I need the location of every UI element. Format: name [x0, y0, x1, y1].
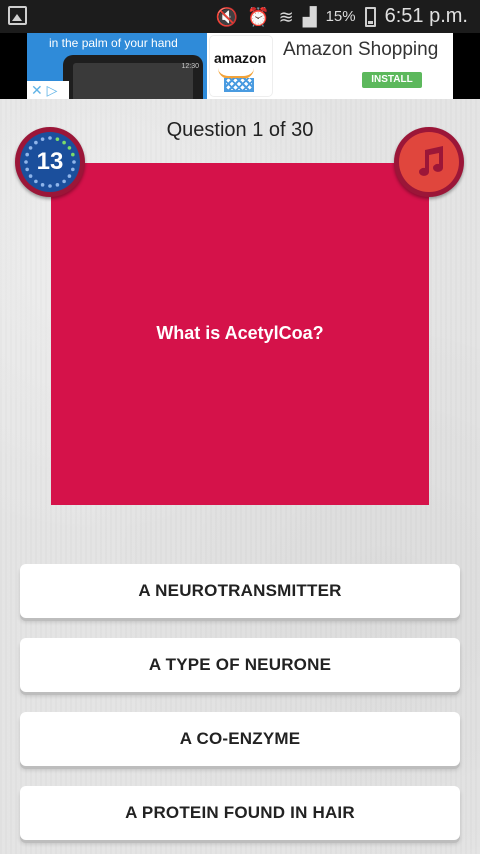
timer-face: 13: [20, 132, 80, 192]
amazon-logo-text: amazon: [214, 50, 267, 66]
signal-icon: ▟: [302, 6, 317, 27]
timer-dot: [55, 137, 60, 141]
answer-option-1[interactable]: A NEUROTRANSMITTER: [20, 564, 460, 618]
alarm-icon: ⏰: [247, 6, 270, 27]
ad-phone-caption: in the palm of your hand: [49, 36, 178, 50]
music-button-face[interactable]: [399, 132, 459, 192]
ad-content[interactable]: in the palm of your hand 12:30 ✕ ▷ amazo…: [27, 33, 453, 99]
question-text: What is AcetylCoa?: [156, 323, 324, 343]
timer-dot: [48, 184, 52, 188]
music-note-icon: [419, 146, 443, 176]
install-button[interactable]: INSTALL: [362, 72, 422, 88]
mute-icon: 🔇: [215, 6, 239, 27]
status-icons: 🔇 ⏰ ≋ ▟ 15% 6:51 p.m.: [216, 0, 468, 33]
amazon-logo: amazon: [210, 36, 272, 96]
phone-illustration: [63, 55, 203, 99]
gallery-notification-icon: [8, 6, 27, 25]
music-toggle-button[interactable]: [394, 127, 464, 197]
timer-badge: 13: [15, 127, 85, 197]
clock: 6:51 p.m.: [384, 5, 468, 27]
ad-phone-time: 12:30: [181, 63, 199, 70]
ad-phone-image: in the palm of your hand 12:30 ✕ ▷: [27, 33, 207, 99]
status-bar: 🔇 ⏰ ≋ ▟ 15% 6:51 p.m.: [0, 0, 480, 33]
timer-dot: [34, 140, 38, 145]
timer-value: 13: [36, 148, 64, 175]
answer-option-4[interactable]: A PROTEIN FOUND IN HAIR: [20, 786, 460, 840]
timer-dot: [40, 183, 45, 187]
cart-icon: [224, 78, 254, 92]
ad-title: Amazon Shopping: [283, 39, 439, 60]
battery-percent: 15%: [325, 8, 356, 25]
timer-dot: [62, 140, 66, 145]
answer-option-2[interactable]: A TYPE OF NEURONE: [20, 638, 460, 692]
phone-screen: [73, 63, 193, 99]
timer-dot: [48, 136, 52, 140]
battery-icon: [364, 6, 376, 27]
timer-dot: [40, 137, 45, 141]
timer-dot: [55, 183, 60, 187]
ad-banner[interactable]: in the palm of your hand 12:30 ✕ ▷ amazo…: [0, 33, 480, 99]
timer-dot: [62, 179, 66, 184]
question-card: What is AcetylCoa?: [51, 163, 429, 505]
answer-option-3[interactable]: A CO-ENZYME: [20, 712, 460, 766]
wifi-icon: ≋: [278, 6, 294, 27]
timer-dot: [34, 179, 38, 184]
ad-choices-close-icon[interactable]: ✕ ▷: [27, 81, 69, 99]
